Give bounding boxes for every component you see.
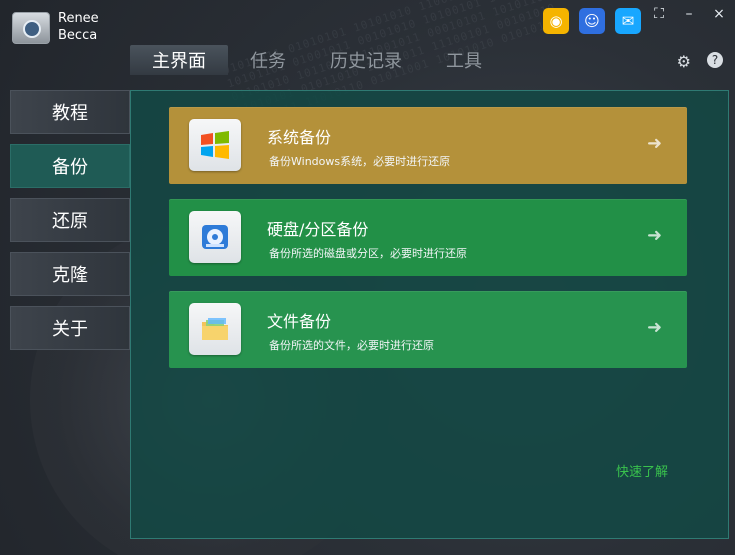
minimize-icon[interactable]: – — [681, 6, 697, 22]
system-backup-card[interactable]: 系统备份 备份Windows系统，必要时进行还原 ➜ — [169, 107, 687, 184]
tab-history[interactable]: 历史记录 — [308, 45, 424, 75]
tshirt-icon[interactable]: ⛶ — [651, 6, 667, 22]
app-window: 01010011 01010101 10101010 11001100 0101… — [0, 0, 735, 555]
tab-main[interactable]: 主界面 — [130, 45, 228, 75]
help-icon[interactable]: ? — [707, 52, 723, 68]
app-logo-icon — [12, 12, 50, 44]
main-panel: 系统备份 备份Windows系统，必要时进行还原 ➜ 硬盘/分区备份 备份所选的… — [130, 90, 729, 539]
card-title: 硬盘/分区备份 — [267, 220, 369, 239]
sidebar-item-about[interactable]: 关于 — [10, 306, 130, 350]
tab-tasks-label: 任务 — [250, 51, 286, 72]
disk-icon — [189, 211, 241, 263]
gear-icon[interactable]: ⚙ — [677, 52, 691, 71]
card-description: 备份所选的磁盘或分区，必要时进行还原 — [269, 247, 467, 260]
chat-icon[interactable]: ✉ — [615, 8, 641, 34]
app-name-line1: Renee — [58, 11, 99, 26]
close-icon[interactable]: × — [711, 6, 727, 22]
disk-backup-card[interactable]: 硬盘/分区备份 备份所选的磁盘或分区，必要时进行还原 ➜ — [169, 199, 687, 276]
arrow-right-icon: ➜ — [647, 317, 663, 338]
sidebar-item-tutorial[interactable]: 教程 — [10, 90, 130, 134]
tab-main-label: 主界面 — [152, 51, 206, 72]
card-title: 文件备份 — [267, 312, 332, 331]
top-tabs: 主界面 任务 历史记录 工具 — [130, 45, 504, 75]
weibo-icon[interactable]: ◉ — [543, 8, 569, 34]
app-name: Renee Becca — [58, 10, 99, 44]
sidebar-item-label: 还原 — [52, 211, 88, 232]
arrow-right-icon: ➜ — [647, 133, 663, 154]
sidebar-item-label: 关于 — [52, 319, 88, 340]
file-backup-card[interactable]: 文件备份 备份所选的文件，必要时进行还原 ➜ — [169, 291, 687, 368]
card-description: 备份Windows系统，必要时进行还原 — [269, 155, 451, 168]
sidebar-item-label: 备份 — [52, 157, 88, 178]
social-icons: ◉ ☺ ✉ — [543, 8, 641, 34]
sidebar-item-label: 克隆 — [52, 265, 88, 286]
sidebar-item-clone[interactable]: 克隆 — [10, 252, 130, 296]
sidebar-item-backup[interactable]: 备份 — [10, 144, 130, 188]
card-description: 备份所选的文件，必要时进行还原 — [269, 339, 434, 352]
card-title: 系统备份 — [267, 128, 332, 147]
tab-history-label: 历史记录 — [330, 51, 402, 72]
qq-icon[interactable]: ☺ — [579, 8, 605, 34]
sidebar-item-restore[interactable]: 还原 — [10, 198, 130, 242]
tab-tasks[interactable]: 任务 — [228, 45, 308, 75]
app-name-line2: Becca — [58, 28, 98, 43]
sidebar: 教程 备份 还原 克隆 关于 — [10, 90, 130, 360]
sidebar-item-label: 教程 — [52, 103, 88, 124]
tab-tools[interactable]: 工具 — [424, 45, 504, 75]
tab-tools-label: 工具 — [446, 51, 482, 72]
quick-learn-link[interactable]: 快速了解 — [616, 461, 668, 480]
folder-icon — [189, 303, 241, 355]
arrow-right-icon: ➜ — [647, 225, 663, 246]
windows-logo-icon — [189, 119, 241, 171]
window-controls: ⛶ – × — [651, 6, 727, 22]
